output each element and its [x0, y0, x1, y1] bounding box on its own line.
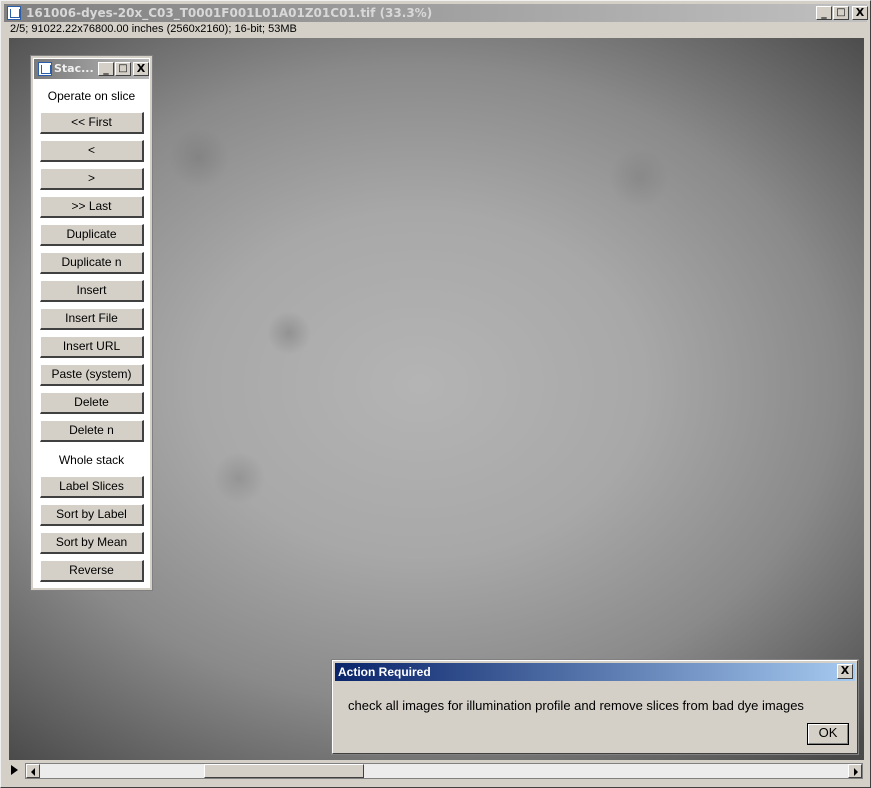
close-button[interactable]: X	[852, 6, 868, 20]
stacks-panel-title: Stac...	[54, 62, 94, 75]
first-button[interactable]: << First	[40, 112, 144, 134]
image-window-title: 161006-dyes-20x_C03_T0001F001L01A01Z01C0…	[26, 6, 433, 20]
delete-n-button[interactable]: Delete n	[40, 420, 144, 442]
maximize-button[interactable]: □	[833, 6, 849, 20]
sort-by-label-button[interactable]: Sort by Label	[40, 504, 144, 526]
sort-by-mean-button[interactable]: Sort by Mean	[40, 532, 144, 554]
ok-button[interactable]: OK	[807, 723, 849, 745]
dialog-title: Action Required	[338, 665, 431, 679]
slice-scrollbar[interactable]	[25, 763, 863, 779]
delete-button[interactable]: Delete	[40, 392, 144, 414]
minimize-button[interactable]: _	[816, 6, 832, 20]
action-required-dialog: Action Required X check all images for i…	[331, 659, 859, 755]
duplicate-button[interactable]: Duplicate	[40, 224, 144, 246]
dialog-message: check all images for illumination profil…	[348, 698, 804, 713]
scroll-thumb[interactable]	[204, 764, 364, 778]
next-button[interactable]: >	[40, 168, 144, 190]
insert-url-button[interactable]: Insert URL	[40, 336, 144, 358]
arrow-left-icon[interactable]	[26, 764, 40, 778]
minimize-button[interactable]: _	[98, 62, 114, 76]
stacks-panel-titlebar[interactable]: Stac... _ □ X	[34, 59, 149, 79]
stacks-panel: Stac... _ □ X Operate on slice << First …	[30, 55, 153, 591]
dialog-titlebar[interactable]: Action Required X	[335, 663, 855, 681]
section-label-stack: Whole stack	[58, 453, 125, 467]
insert-button[interactable]: Insert	[40, 280, 144, 302]
imagej-icon	[7, 6, 21, 20]
imagej-icon	[38, 62, 52, 76]
arrow-right-icon[interactable]	[848, 764, 862, 778]
close-button[interactable]: X	[133, 62, 149, 76]
section-label-slice: Operate on slice	[47, 89, 136, 103]
last-button[interactable]: >> Last	[40, 196, 144, 218]
image-window-titlebar[interactable]: 161006-dyes-20x_C03_T0001F001L01A01Z01C0…	[4, 4, 868, 22]
duplicate-n-button[interactable]: Duplicate n	[40, 252, 144, 274]
image-info-line: 2/5; 91022.22x76800.00 inches (2560x2160…	[10, 23, 297, 35]
ok-button-label: OK	[818, 725, 838, 740]
paste-system-button[interactable]: Paste (system)	[40, 364, 144, 386]
insert-file-button[interactable]: Insert File	[40, 308, 144, 330]
dialog-close-button[interactable]: X	[837, 664, 853, 679]
reverse-button[interactable]: Reverse	[40, 560, 144, 582]
previous-button[interactable]: <	[40, 140, 144, 162]
maximize-button[interactable]: □	[115, 62, 131, 76]
label-slices-button[interactable]: Label Slices	[40, 476, 144, 498]
play-icon[interactable]	[11, 765, 18, 775]
